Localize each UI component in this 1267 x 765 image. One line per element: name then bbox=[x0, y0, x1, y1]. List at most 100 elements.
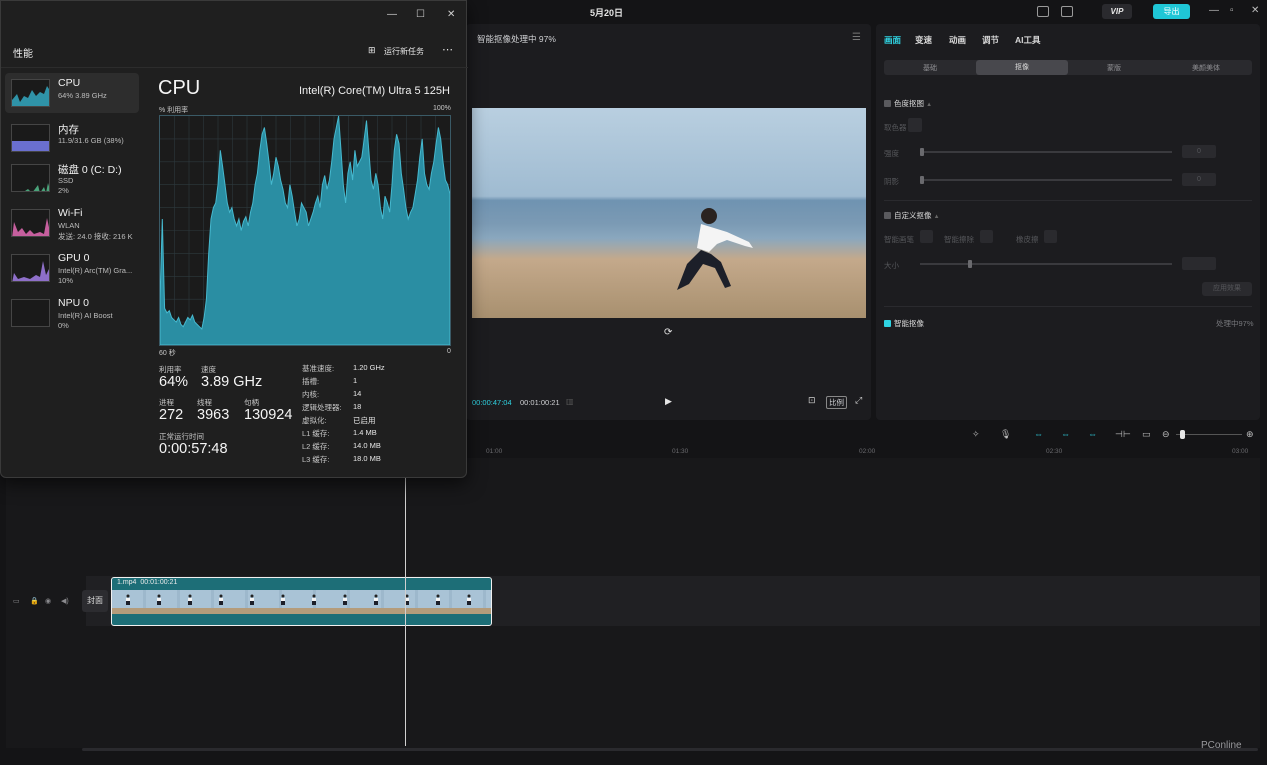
run-new-task-button[interactable]: 运行新任务 bbox=[384, 46, 424, 57]
device-item-gpu[interactable]: GPU 0 Intel(R) Arc(TM) Gra... 10% bbox=[5, 248, 139, 288]
clip-thumbnail-figure bbox=[281, 594, 285, 605]
size-slider[interactable] bbox=[920, 263, 1172, 265]
maximize-icon[interactable]: ▫ bbox=[1230, 5, 1234, 16]
smart-cut-icon[interactable]: ✧ bbox=[972, 429, 980, 440]
size-slider-knob[interactable] bbox=[968, 260, 972, 268]
cover-button[interactable]: 封面 bbox=[82, 590, 108, 612]
device-item-memory[interactable]: 内存 11.9/31.6 GB (38%) bbox=[5, 118, 139, 158]
subtab-keying[interactable]: 抠像 bbox=[976, 60, 1068, 75]
shadow-label: 阴影 bbox=[884, 177, 899, 186]
layout-icon[interactable] bbox=[1061, 6, 1073, 17]
chroma-key-row[interactable]: 色度抠图 ▲ bbox=[884, 98, 932, 109]
track-collapse-icon[interactable]: ▭ bbox=[13, 597, 20, 605]
subtab-mask[interactable]: 蒙版 bbox=[1068, 63, 1160, 73]
magnet-icon[interactable]: ⇔ bbox=[1061, 429, 1070, 439]
graph-y-label: % 利用率 bbox=[159, 107, 189, 114]
color-picker-swatch[interactable] bbox=[908, 118, 922, 132]
fullscreen-crop-icon[interactable]: ⊡ bbox=[808, 395, 816, 406]
properties-panel: 画面 变速 动画 调节 AI工具 基础 抠像 蒙版 美颜美体 色度抠图 ▲ 取色… bbox=[876, 24, 1260, 420]
graph-y-max: 100% bbox=[433, 105, 451, 112]
horizontal-scrollbar[interactable] bbox=[82, 748, 1258, 751]
tab-speed[interactable]: 变速 bbox=[915, 34, 932, 46]
tab-ai-tools[interactable]: AI工具 bbox=[1015, 34, 1041, 46]
link-icon[interactable]: ⇔ bbox=[1088, 429, 1097, 439]
intensity-slider-knob[interactable] bbox=[920, 148, 924, 156]
zoom-in-icon[interactable]: ⊕ bbox=[1246, 429, 1254, 440]
clip-thumbnail-figure bbox=[343, 594, 347, 605]
minimize-icon[interactable]: — bbox=[387, 9, 397, 20]
video-preview[interactable] bbox=[472, 108, 866, 318]
ruler-tick: 01:00 bbox=[486, 448, 503, 455]
eye-icon[interactable]: ◉ bbox=[45, 597, 51, 605]
close-icon[interactable]: ✕ bbox=[1251, 5, 1259, 16]
gpu-mini-graph bbox=[11, 254, 50, 282]
ratio-button[interactable]: 比例 bbox=[826, 396, 847, 409]
custom-key-label: 自定义抠像 bbox=[894, 211, 932, 220]
rotate-icon[interactable]: ⟳ bbox=[664, 327, 672, 338]
spec-value: 已启用 bbox=[353, 416, 376, 425]
size-value[interactable] bbox=[1182, 257, 1216, 270]
chroma-key-label: 色度抠图 bbox=[894, 99, 924, 108]
video-clip[interactable]: 1.mp4 00:01:00:21 bbox=[111, 577, 492, 626]
play-icon[interactable]: ▶ bbox=[665, 396, 672, 407]
more-options-icon[interactable]: ⋯ bbox=[442, 43, 454, 56]
minimize-icon[interactable]: — bbox=[1209, 5, 1219, 16]
clip-thumbnail-figure bbox=[436, 594, 440, 605]
shadow-value[interactable]: 0 bbox=[1182, 173, 1216, 186]
smart-key-checkbox[interactable] bbox=[884, 320, 891, 327]
tab-adjust[interactable]: 调节 bbox=[982, 34, 999, 46]
shortcut-icon[interactable] bbox=[1037, 6, 1049, 17]
timeline-toolbar: ✧ 🎙 ⇔ ⇔ ⇔ ⊣⊢ ▭ ⊖ ⊕ bbox=[466, 424, 1260, 444]
spec-value: 1 bbox=[353, 376, 358, 385]
export-button[interactable]: 导出 bbox=[1153, 4, 1190, 19]
player-menu-icon[interactable]: ☰ bbox=[852, 32, 861, 43]
maximize-icon[interactable]: ☐ bbox=[416, 9, 425, 20]
subtab-basic[interactable]: 基础 bbox=[884, 63, 976, 73]
size-label: 大小 bbox=[884, 261, 899, 270]
zoom-slider[interactable] bbox=[1176, 434, 1242, 435]
player-status-title: 智能抠像处理中 97% bbox=[477, 34, 556, 44]
speaker-icon[interactable]: ◀) bbox=[61, 597, 69, 605]
split-icon[interactable]: ⊣⊢ bbox=[1115, 429, 1131, 440]
device-item-cpu[interactable]: CPU 64% 3.89 GHz bbox=[5, 73, 139, 113]
intensity-value[interactable]: 0 bbox=[1182, 145, 1216, 158]
eraser-button[interactable] bbox=[1044, 230, 1057, 243]
device-stat-2: 0% bbox=[58, 321, 69, 330]
preview-player: 智能抠像处理中 97% ☰ ⟳ 00:00:47:04 00:01:00:21 … bbox=[466, 24, 871, 420]
close-icon[interactable]: ✕ bbox=[447, 9, 455, 20]
chroma-key-checkbox[interactable] bbox=[884, 100, 891, 107]
playhead[interactable] bbox=[405, 478, 406, 746]
subtab-beauty[interactable]: 美颜美体 bbox=[1160, 63, 1252, 73]
lock-icon[interactable]: 🔒 bbox=[30, 597, 39, 605]
microphone-icon[interactable]: 🎙 bbox=[1000, 429, 1011, 440]
link-main-track-icon[interactable]: ⇔ bbox=[1034, 429, 1043, 439]
clip-thumbnail-figure bbox=[126, 594, 130, 605]
shadow-slider[interactable] bbox=[920, 179, 1172, 181]
timeline-ruler[interactable]: 01:00 01:30 02:00 02:30 03:00 bbox=[466, 444, 1260, 458]
smart-eraser-button[interactable] bbox=[980, 230, 993, 243]
divider bbox=[884, 200, 1252, 201]
device-stat-2: 2% bbox=[58, 186, 69, 195]
device-item-wifi[interactable]: Wi-Fi WLAN 发送: 24.0 接收: 216 K bbox=[5, 203, 139, 243]
ruler-tick: 02:30 bbox=[1046, 448, 1063, 455]
smart-brush-button[interactable] bbox=[920, 230, 933, 243]
custom-key-checkbox[interactable] bbox=[884, 212, 891, 219]
device-item-disk[interactable]: 磁盘 0 (C: D:) SSD 2% bbox=[5, 158, 139, 198]
vip-button[interactable]: VIP bbox=[1102, 4, 1132, 19]
expand-icon[interactable]: ⤢ bbox=[855, 395, 862, 406]
preview-axis-icon[interactable]: ▭ bbox=[1142, 429, 1151, 440]
tab-animation[interactable]: 动画 bbox=[949, 34, 966, 46]
device-item-npu[interactable]: NPU 0 Intel(R) AI Boost 0% bbox=[5, 293, 139, 333]
tab-picture[interactable]: 画面 bbox=[884, 34, 901, 46]
apply-effect-button[interactable]: 应用效果 bbox=[1202, 282, 1252, 296]
shadow-slider-knob[interactable] bbox=[920, 176, 924, 184]
eraser-label: 橡皮擦 bbox=[1016, 235, 1039, 244]
zoom-slider-knob[interactable] bbox=[1180, 430, 1185, 439]
timecode-format-icon[interactable]: ▥ bbox=[566, 397, 574, 406]
zoom-out-icon[interactable]: ⊖ bbox=[1162, 429, 1170, 440]
spec-key: 基准速度: bbox=[302, 364, 335, 373]
custom-key-row[interactable]: 自定义抠像 ▲ bbox=[884, 210, 940, 221]
intensity-slider[interactable] bbox=[920, 151, 1172, 153]
total-time: 00:01:00:21 bbox=[520, 398, 560, 407]
smart-key-row[interactable]: 智能抠像 bbox=[884, 318, 924, 329]
